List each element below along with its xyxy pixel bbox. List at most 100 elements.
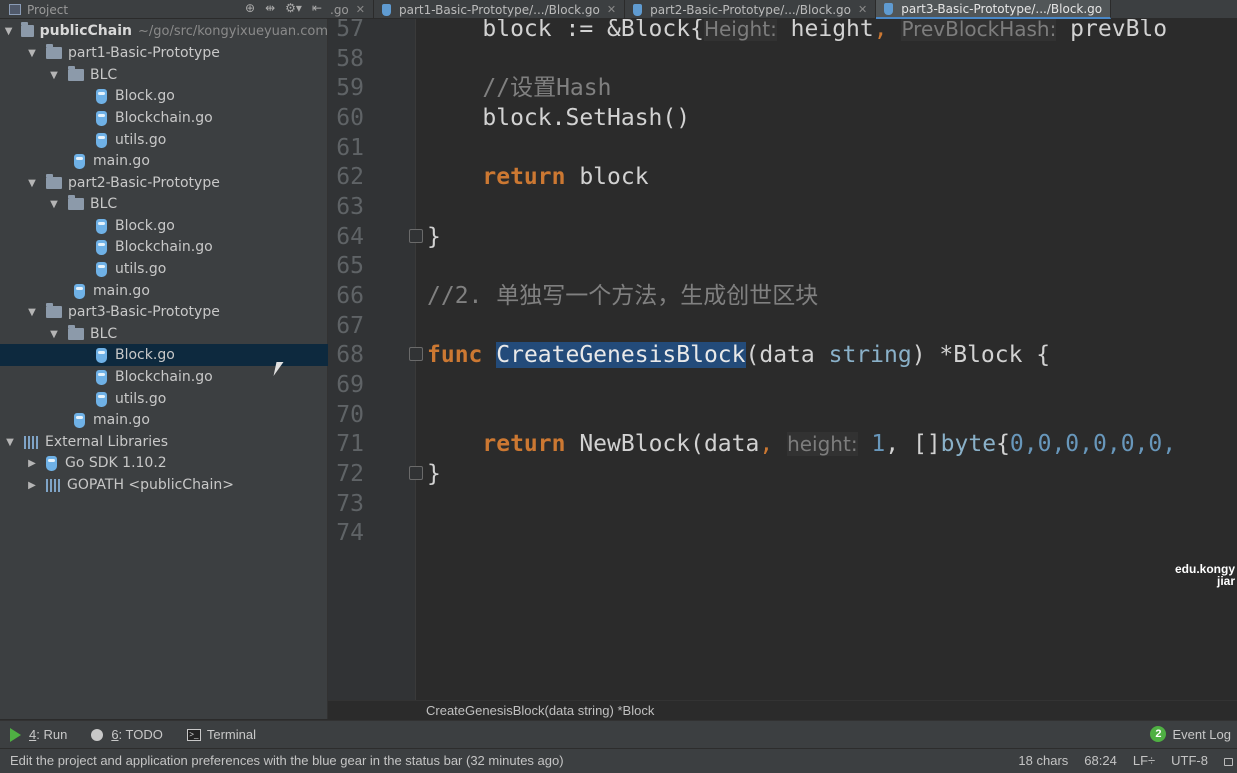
project-dropdown[interactable]: Project [27, 3, 68, 17]
fold-marker-icon[interactable] [409, 229, 423, 243]
tree-item-blc[interactable]: ▼ BLC [0, 323, 328, 345]
collapse-all-icon[interactable]: ⇹ [265, 1, 275, 15]
go-file-icon [96, 239, 107, 255]
tree-item-file[interactable]: main.go [0, 150, 328, 172]
tree-item-gopath[interactable]: ▶ GOPATH <publicChain> [0, 474, 328, 496]
tree-item-publicchain[interactable]: ▼ publicChain ~/go/src/kongyixueyuan.com [0, 20, 328, 42]
go-file-icon [74, 153, 85, 169]
go-file-icon [96, 88, 107, 104]
tab-part2-block[interactable]: part2-Basic-Prototype/.../Block.go ✕ [625, 0, 877, 19]
watermark: edu.kongy jiar [1175, 563, 1235, 587]
tree-item-blc[interactable]: ▼ BLC [0, 64, 328, 86]
collapse-arrow-icon[interactable]: ▶ [26, 480, 38, 491]
todo-shortcut: 6 [111, 727, 119, 742]
parameter-hint: Height: [703, 19, 777, 41]
code-editor[interactable]: 57 58 59 60 61 62 63 64 65 66 67 68 69 7… [328, 19, 1237, 700]
watermark-line: jiar [1216, 574, 1235, 588]
code-line-68: func CreateGenesisBlock(data string) *Bl… [427, 340, 1050, 370]
tree-item-go-sdk[interactable]: ▶ Go SDK 1.10.2 [0, 452, 328, 474]
go-file-icon [96, 347, 107, 363]
tab-part3-block[interactable]: part3-Basic-Prototype/.../Block.go [876, 0, 1112, 19]
todo-tool-button[interactable]: 6: TODO [91, 727, 163, 742]
expand-arrow-icon[interactable]: ▼ [48, 70, 60, 81]
tree-item-label: part2-Basic-Prototype [68, 175, 220, 191]
fold-marker-icon[interactable] [409, 466, 423, 480]
terminal-icon: >_ [186, 728, 201, 741]
tree-item-label: BLC [90, 196, 118, 212]
tree-item-label: part1-Basic-Prototype [68, 45, 220, 61]
code-line-62: return block [427, 162, 648, 192]
tree-item-file[interactable]: Blockchain.go [0, 236, 328, 258]
tree-item-label: Blockchain.go [115, 239, 213, 255]
tree-item-label: Block.go [115, 218, 175, 234]
library-icon [46, 478, 60, 492]
tree-item-external-libraries[interactable]: ▼ External Libraries [0, 431, 328, 453]
breadcrumb[interactable]: CreateGenesisBlock(data string) *Block [426, 703, 654, 718]
tab-partial[interactable]: .go ✕ [328, 0, 374, 19]
project-tools: ⊕ ⇹ ⚙▾ ⇤ [245, 1, 322, 15]
expand-arrow-icon[interactable]: ▼ [4, 437, 16, 448]
expand-arrow-icon[interactable]: ▼ [26, 307, 38, 318]
caret-position[interactable]: 68:24 [1084, 753, 1117, 768]
project-tree: ▼ publicChain ~/go/src/kongyixueyuan.com … [0, 19, 328, 719]
code-text: , [] [885, 431, 941, 457]
selected-function-name[interactable]: CreateGenesisBlock [496, 342, 746, 368]
tree-item-label: BLC [90, 67, 118, 83]
expand-arrow-icon[interactable]: ▼ [26, 178, 38, 189]
expand-arrow-icon[interactable]: ▼ [48, 329, 60, 340]
event-log-button[interactable]: 2 Event Log [1150, 726, 1231, 742]
gear-icon[interactable]: ⚙▾ [285, 1, 302, 15]
number-literal: 0,0,0,0,0,0, [1009, 431, 1177, 457]
tree-item-label: GOPATH <publicChain> [67, 477, 235, 493]
line-separator[interactable]: LF÷ [1133, 753, 1155, 768]
fold-marker-icon[interactable] [409, 347, 423, 361]
tree-item-file[interactable]: main.go [0, 280, 328, 302]
code-text: NewBlock(data [565, 431, 760, 457]
tab-part1-block[interactable]: part1-Basic-Prototype/.../Block.go ✕ [374, 0, 626, 19]
go-file-icon [96, 369, 107, 385]
close-icon[interactable]: ✕ [607, 3, 616, 16]
close-icon[interactable]: ✕ [858, 3, 867, 16]
tree-item-part1[interactable]: ▼ part1-Basic-Prototype [0, 42, 328, 64]
tree-item-label: Block.go [115, 347, 175, 363]
tree-item-file[interactable]: Blockchain.go [0, 107, 328, 129]
line-number: 60 [336, 105, 364, 131]
line-number: 72 [336, 461, 364, 487]
folder-icon [68, 66, 84, 81]
tree-item-part3[interactable]: ▼ part3-Basic-Prototype [0, 301, 328, 323]
collapse-arrow-icon[interactable]: ▶ [26, 458, 38, 469]
tree-item-file[interactable]: utils.go [0, 129, 328, 151]
lock-icon[interactable] [1224, 758, 1233, 766]
code-text: { [996, 431, 1010, 457]
close-icon[interactable]: ✕ [356, 3, 365, 16]
project-path: ~/go/src/kongyixueyuan.com [138, 23, 328, 39]
hide-panel-icon[interactable]: ⇤ [312, 1, 322, 15]
run-shortcut: 4 [29, 727, 37, 742]
code-line-57: block := &Block{Height: height, PrevBloc… [427, 19, 1167, 44]
status-message[interactable]: Edit the project and application prefere… [10, 753, 564, 768]
tree-item-part2[interactable]: ▼ part2-Basic-Prototype [0, 172, 328, 194]
run-tool-button[interactable]: 4: Run [10, 727, 67, 742]
terminal-tool-button[interactable]: >_ Terminal [186, 727, 256, 742]
expand-arrow-icon[interactable]: ▼ [4, 26, 13, 37]
folder-icon [21, 22, 34, 37]
tree-item-blc[interactable]: ▼ BLC [0, 193, 328, 215]
tree-item-file[interactable]: Block.go [0, 85, 328, 107]
line-number: 63 [336, 194, 364, 220]
tree-item-file[interactable]: main.go [0, 409, 328, 431]
tree-item-file[interactable]: Block.go [0, 215, 328, 237]
tree-item-file[interactable]: utils.go [0, 388, 328, 410]
expand-arrow-icon[interactable]: ▼ [26, 48, 38, 59]
folder-icon [46, 174, 62, 189]
go-file-icon [74, 283, 85, 299]
file-encoding[interactable]: UTF-8 [1171, 753, 1208, 768]
line-gutter: 57 58 59 60 61 62 63 64 65 66 67 68 69 7… [328, 19, 423, 700]
expand-arrow-icon[interactable]: ▼ [48, 199, 60, 210]
scroll-from-source-icon[interactable]: ⊕ [245, 1, 255, 15]
code-line-59: //设置Hash [427, 75, 612, 101]
editor-tabs: .go ✕ part1-Basic-Prototype/.../Block.go ✕… [328, 0, 1237, 19]
parameter-hint: height: [787, 432, 858, 456]
line-number: 67 [336, 313, 364, 339]
go-file-icon [633, 3, 643, 16]
tree-item-file[interactable]: utils.go [0, 258, 328, 280]
